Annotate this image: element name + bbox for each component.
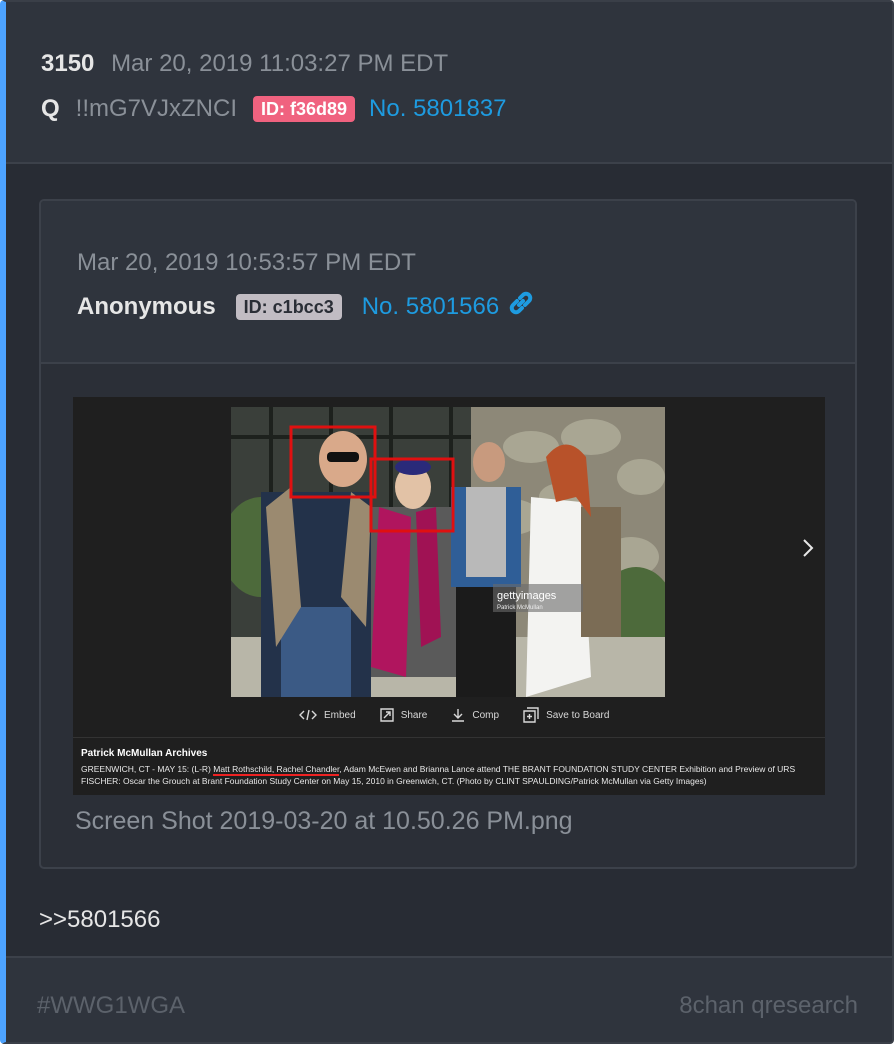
post-footer: #WWG1WGA 8chan qresearch <box>6 956 892 1042</box>
share-icon <box>379 708 394 722</box>
photo: gettyimages Patrick McMullan <box>231 407 665 697</box>
post-meta-row: 3150 Mar 20, 2019 11:03:27 PM EDT <box>41 49 448 79</box>
quoted-post-number-link[interactable]: No. 5801566 <box>362 293 499 321</box>
quoted-author: Anonymous <box>77 292 216 320</box>
caption-divider <box>73 737 825 738</box>
quoted-author-row: Anonymous ID: c1bcc3 No. 5801566 <box>77 291 535 322</box>
watermark: gettyimages <box>497 590 557 602</box>
attachment-filename[interactable]: Screen Shot 2019-03-20 at 10.50.26 PM.pn… <box>75 807 573 836</box>
download-icon <box>451 708 465 722</box>
reply-text[interactable]: >>5801566 <box>39 906 160 934</box>
save-board-label: Save to Board <box>546 709 610 721</box>
image-actions: Embed Share Comp Save to Board <box>299 707 609 723</box>
caption-prefix: GREENWICH, CT - MAY 15: (L-R) <box>81 764 214 774</box>
save-board-action[interactable]: Save to Board <box>523 707 609 723</box>
share-label: Share <box>400 709 428 721</box>
source-label: 8chan qresearch <box>679 992 858 1019</box>
post-date: Mar 20, 2019 11:03:27 PM EDT <box>111 50 449 77</box>
hashtag: #WWG1WGA <box>37 992 185 1019</box>
comp-action[interactable]: Comp <box>451 708 499 722</box>
quoted-post-header: Mar 20, 2019 10:53:57 PM EDT Anonymous I… <box>41 201 855 364</box>
comp-label: Comp <box>472 709 500 721</box>
watermark-credit: Patrick McMullan <box>497 605 543 611</box>
embed-icon <box>299 709 317 721</box>
save-board-icon <box>523 707 539 723</box>
post-number-link[interactable]: No. 5801837 <box>369 94 506 124</box>
embed-label: Embed <box>324 709 356 721</box>
embed-action[interactable]: Embed <box>299 709 356 721</box>
post-author: Q <box>41 95 60 122</box>
caption-title: Patrick McMullan Archives <box>81 748 208 759</box>
post-header: 3150 Mar 20, 2019 11:03:27 PM EDT Q !!mG… <box>6 2 892 164</box>
quoted-id-badge[interactable]: ID: c1bcc3 <box>235 293 342 320</box>
quoted-post-date: Mar 20, 2019 10:53:57 PM EDT <box>77 249 416 276</box>
post-number: 3150 <box>41 50 95 77</box>
post-id-badge[interactable]: ID: f36d89 <box>253 96 356 122</box>
link-icon[interactable] <box>507 291 535 322</box>
post-tripcode: !!mG7VJxZNCI <box>75 95 238 122</box>
quoted-post: Mar 20, 2019 10:53:57 PM EDT Anonymous I… <box>39 199 857 869</box>
share-action[interactable]: Share <box>379 708 428 722</box>
caption-highlighted-names: Matt Rothschild, Rachel Chandler <box>213 764 340 776</box>
caption-text: GREENWICH, CT - MAY 15: (L-R) Matt Roths… <box>81 763 801 787</box>
attachment-image[interactable]: gettyimages Patrick McMullan Embed Share… <box>73 397 825 795</box>
post-card: 3150 Mar 20, 2019 11:03:27 PM EDT Q !!mG… <box>0 0 894 1044</box>
post-author-row: Q !!mG7VJxZNCI ID: f36d89 No. 5801837 <box>41 94 507 124</box>
chevron-right-icon[interactable] <box>801 537 815 565</box>
